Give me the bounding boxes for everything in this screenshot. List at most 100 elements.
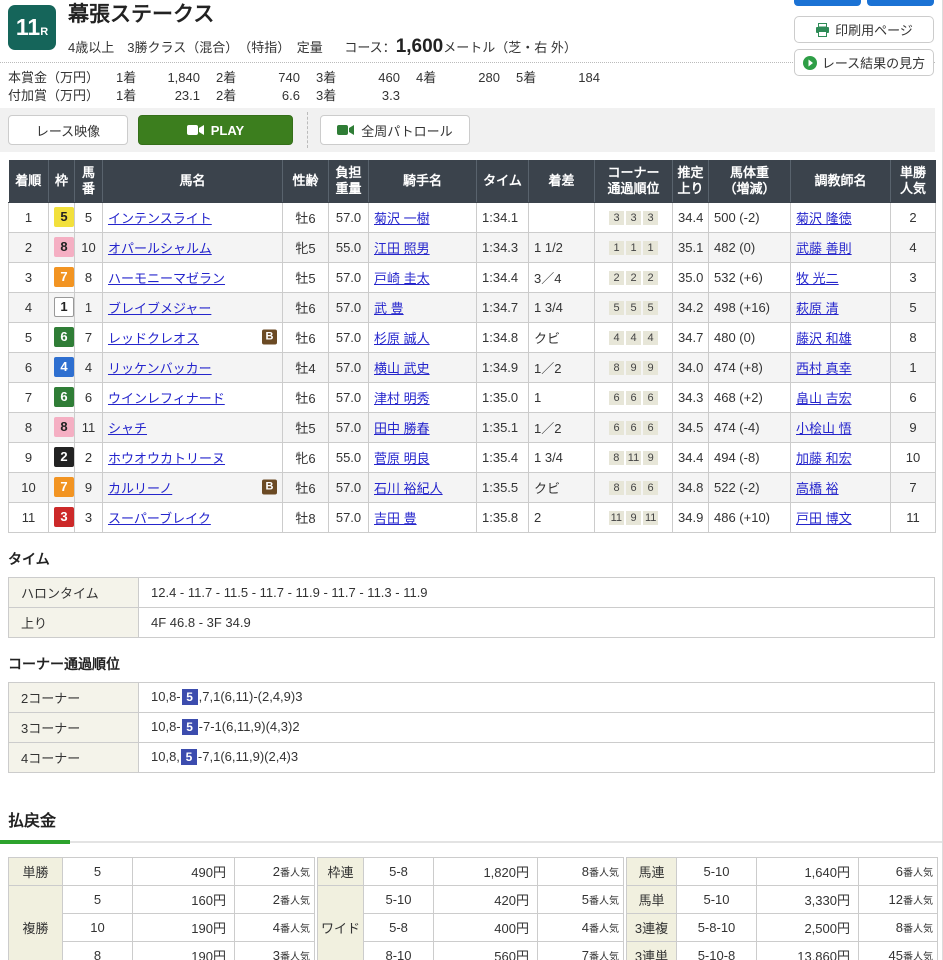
corner-label: 4コーナー bbox=[9, 742, 139, 772]
jockey-cell: 横山 武史 bbox=[369, 352, 477, 382]
popularity-number: 4 bbox=[582, 920, 589, 935]
horse-link[interactable]: レッドクレオス bbox=[108, 331, 199, 346]
corner-pass-box: 6 bbox=[609, 391, 624, 405]
horse-link[interactable]: カルリーノ bbox=[108, 481, 172, 496]
prize-rank-label: 1着 bbox=[116, 87, 148, 105]
play-button[interactable]: PLAY bbox=[138, 115, 293, 145]
result-guide-button[interactable]: レース結果の見方 bbox=[794, 49, 934, 76]
corner-pass-box: 1 bbox=[609, 241, 624, 255]
finish-position-cell: 4 bbox=[9, 292, 49, 322]
jockey-link[interactable]: 津村 明秀 bbox=[374, 391, 430, 406]
patrol-video-button[interactable]: 全周パトロール bbox=[320, 115, 470, 145]
popularity-suffix: 番人気 bbox=[589, 868, 619, 879]
win-popularity-cell: 1 bbox=[891, 352, 936, 382]
trainer-link[interactable]: 萩原 清 bbox=[796, 301, 839, 316]
prize-value: 23.1 bbox=[148, 87, 200, 105]
prize-value: 184 bbox=[548, 69, 600, 87]
time-cell: 1:34.1 bbox=[477, 202, 529, 232]
jockey-link[interactable]: 菊沢 一樹 bbox=[374, 211, 430, 226]
jockey-link[interactable]: 横山 武史 bbox=[374, 361, 430, 376]
cut-off-blue-button-1[interactable] bbox=[794, 0, 861, 6]
payout-row: 馬連5-101,640円6番人気 bbox=[627, 857, 938, 885]
course-label: コース： bbox=[344, 40, 395, 55]
race-number-suffix: R bbox=[40, 26, 48, 38]
horse-link[interactable]: ホウオウカトリーヌ bbox=[108, 451, 225, 466]
jockey-link[interactable]: 石川 裕紀人 bbox=[374, 481, 443, 496]
jockey-link[interactable]: 菅原 明良 bbox=[374, 451, 430, 466]
popularity-number: 4 bbox=[273, 920, 280, 935]
horse-number-cell: 1 bbox=[75, 292, 103, 322]
payout-row: 8-10560円7番人気 bbox=[318, 941, 624, 960]
prize-rank-label: 2着 bbox=[216, 69, 248, 87]
finish-position-cell: 10 bbox=[9, 472, 49, 502]
trainer-link[interactable]: 小桧山 悟 bbox=[796, 421, 852, 436]
payout-amount-cell: 13,860円 bbox=[757, 941, 859, 960]
jockey-cell: 吉田 豊 bbox=[369, 502, 477, 532]
jockey-link[interactable]: 田中 勝春 bbox=[374, 421, 430, 436]
horse-link[interactable]: ハーモニーマゼラン bbox=[108, 271, 225, 286]
jockey-link[interactable]: 戸崎 圭太 bbox=[374, 271, 430, 286]
win-popularity-cell: 6 bbox=[891, 382, 936, 412]
trainer-link[interactable]: 戸田 博文 bbox=[796, 511, 852, 526]
winner-highlight-box: 5 bbox=[181, 749, 197, 765]
corner-order-cell: 8119 bbox=[595, 442, 673, 472]
result-row: 155インテンスライト牡657.0菊沢 一樹1:34.133334.4500 (… bbox=[9, 202, 936, 232]
trainer-link[interactable]: 武藤 善則 bbox=[796, 241, 852, 256]
trainer-link[interactable]: 高橋 裕 bbox=[796, 481, 839, 496]
horse-link[interactable]: リッケンバッカー bbox=[108, 361, 212, 376]
trainer-cell: 畠山 吉宏 bbox=[791, 382, 891, 412]
horse-link[interactable]: スーパーブレイク bbox=[108, 511, 211, 526]
prize-row-label: 付加賞（万円） bbox=[8, 87, 116, 105]
payout-row: 3連単5-10-813,860円45番人気 bbox=[627, 941, 938, 960]
corner-pass-box: 9 bbox=[643, 361, 658, 375]
top-buttons: 印刷用ページ レース結果の見方 bbox=[794, 0, 934, 80]
trainer-link[interactable]: 牧 光二 bbox=[796, 271, 839, 286]
lap-time-table: ハロンタイム12.4 - 11.7 - 11.5 - 11.7 - 11.9 -… bbox=[8, 577, 935, 638]
frame-cell: 7 bbox=[49, 262, 75, 292]
horse-link[interactable]: ウインレフィナード bbox=[108, 391, 225, 406]
horse-weight-cell: 486 (+10) bbox=[709, 502, 791, 532]
popularity-suffix: 番人気 bbox=[589, 952, 619, 960]
cut-off-blue-button-2[interactable] bbox=[867, 0, 934, 6]
horse-link[interactable]: ブレイブメジャー bbox=[108, 301, 211, 316]
horse-link[interactable]: オパールシャルム bbox=[108, 241, 212, 256]
trainer-link[interactable]: 西村 真幸 bbox=[796, 361, 852, 376]
column-header: タイム bbox=[477, 160, 529, 202]
corner-order-value: 10,8,5-7,1(6,11,9)(2,4)3 bbox=[139, 742, 935, 772]
bet-type-cell: 馬連 bbox=[627, 857, 677, 885]
prize-rank-label: 2着 bbox=[216, 87, 248, 105]
race-video-button[interactable]: レース映像 bbox=[8, 115, 128, 145]
combination-cell: 5-10 bbox=[677, 885, 757, 913]
result-row: 2810オパールシャルム牝555.0江田 照男1:34.31 1/211135.… bbox=[9, 232, 936, 262]
jockey-link[interactable]: 武 豊 bbox=[374, 301, 404, 316]
horse-link[interactable]: インテンスライト bbox=[108, 211, 212, 226]
jockey-link[interactable]: 吉田 豊 bbox=[374, 511, 417, 526]
trainer-link[interactable]: 藤沢 和雄 bbox=[796, 331, 852, 346]
corner-pass-box: 6 bbox=[626, 391, 641, 405]
last-3f-cell: 34.5 bbox=[673, 412, 709, 442]
jockey-link[interactable]: 江田 照男 bbox=[374, 241, 430, 256]
print-page-button[interactable]: 印刷用ページ bbox=[794, 16, 934, 43]
corner-order-cell: 899 bbox=[595, 352, 673, 382]
corner-pass-box: 2 bbox=[609, 271, 624, 285]
horse-number-cell: 11 bbox=[75, 412, 103, 442]
last-3f-cell: 34.4 bbox=[673, 202, 709, 232]
corner-order-cell: 11911 bbox=[595, 502, 673, 532]
trainer-link[interactable]: 菊沢 隆徳 bbox=[796, 211, 852, 226]
print-page-label: 印刷用ページ bbox=[835, 20, 913, 39]
horse-link[interactable]: シャチ bbox=[108, 421, 147, 436]
trainer-cell: 萩原 清 bbox=[791, 292, 891, 322]
last-3f-cell: 34.3 bbox=[673, 382, 709, 412]
jockey-cell: 田中 勝春 bbox=[369, 412, 477, 442]
trainer-link[interactable]: 畠山 吉宏 bbox=[796, 391, 852, 406]
time-cell: 1:34.4 bbox=[477, 262, 529, 292]
carried-weight-cell: 57.0 bbox=[329, 292, 369, 322]
carried-weight-cell: 55.0 bbox=[329, 232, 369, 262]
jockey-link[interactable]: 杉原 誠人 bbox=[374, 331, 430, 346]
popularity-number: 2 bbox=[273, 864, 280, 879]
combination-cell: 8-10 bbox=[364, 941, 434, 960]
trainer-link[interactable]: 加藤 和宏 bbox=[796, 451, 852, 466]
payout-popularity-cell: 7番人気 bbox=[538, 941, 624, 960]
corner-pass-box: 3 bbox=[609, 211, 624, 225]
win-popularity-cell: 11 bbox=[891, 502, 936, 532]
